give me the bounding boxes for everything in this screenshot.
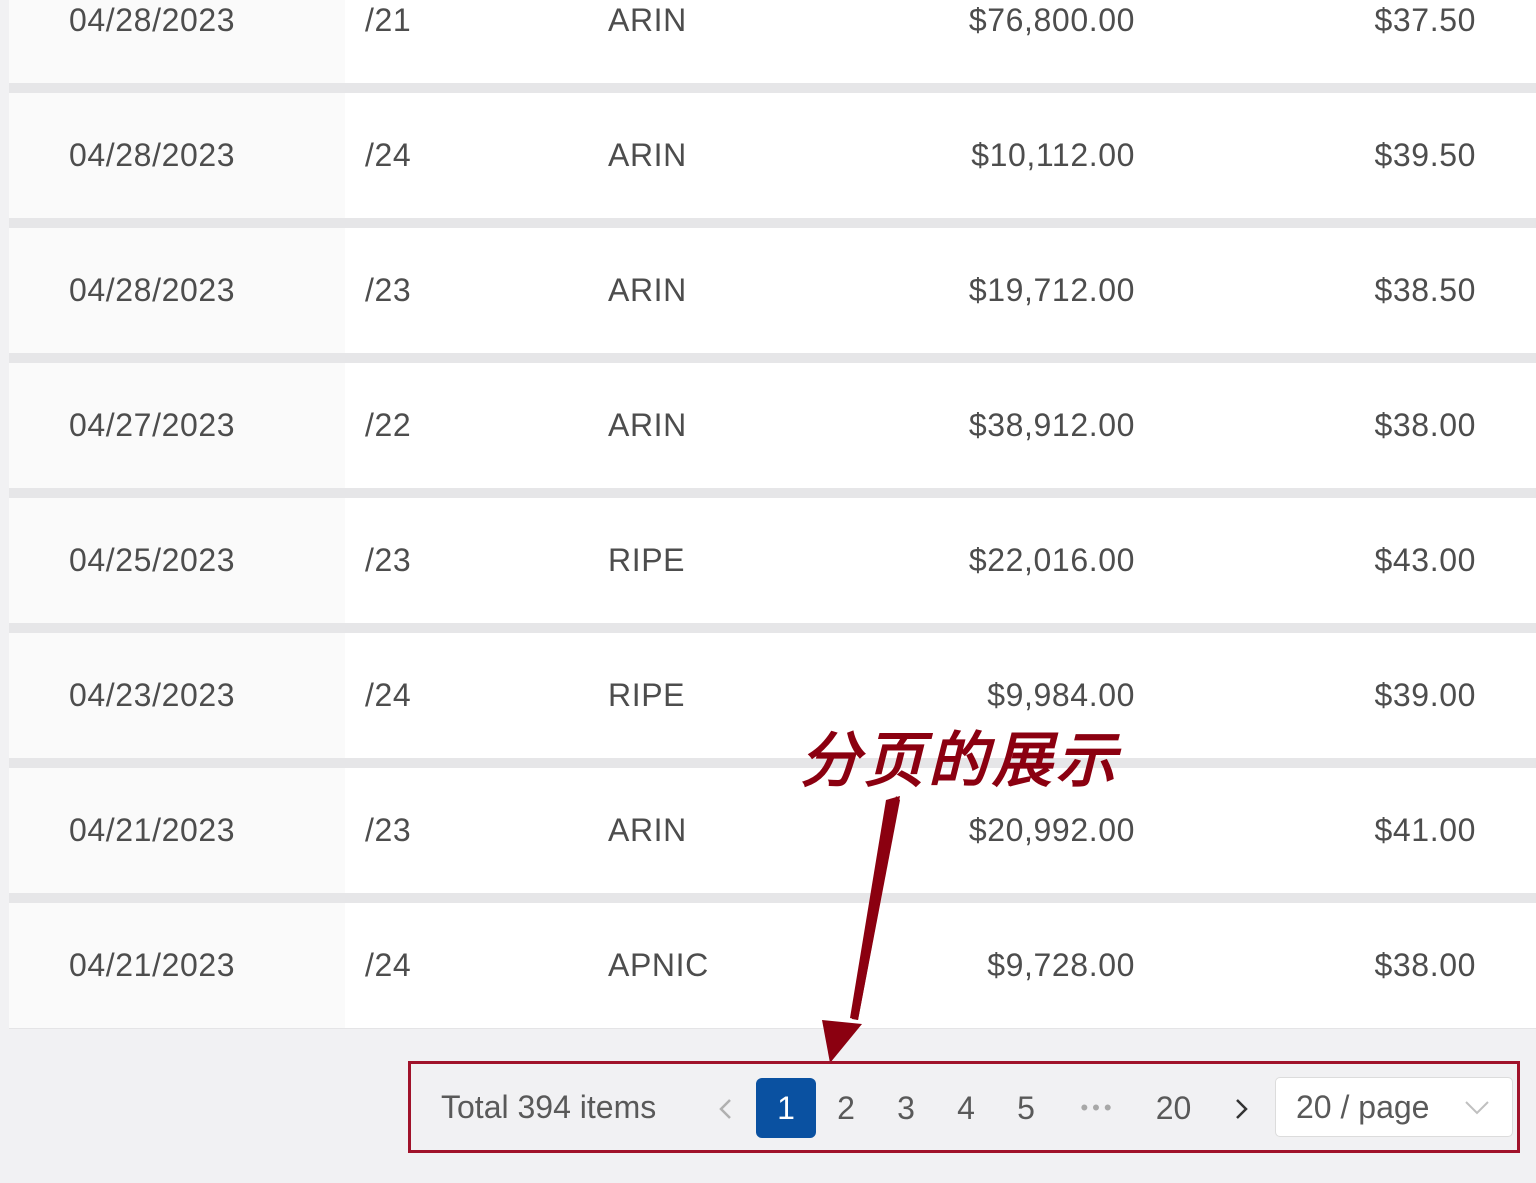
table-row: 04/28/2023/21 ARIN $76,800.00 $37.50 — [9, 0, 1536, 83]
cell-rir: RIPE — [608, 542, 686, 578]
prev-page-button[interactable] — [711, 1091, 741, 1127]
cell-prefix: /21 — [365, 2, 412, 38]
cell-date: 04/21/2023 — [69, 812, 236, 848]
cell-prefix: /23 — [365, 272, 412, 308]
cell-unit-price: $39.00 — [1374, 677, 1476, 713]
cell-date: 04/28/2023 — [69, 137, 236, 173]
cell-prefix: /23 — [365, 812, 412, 848]
pagination: Total 394 items 1 2 3 4 5 ••• 20 20 / pa… — [411, 1064, 1517, 1150]
page-button-5[interactable]: 5 — [1006, 1078, 1046, 1138]
chevron-right-icon — [1236, 1099, 1248, 1119]
page-button-3[interactable]: 3 — [886, 1078, 926, 1138]
cell-date: 04/21/2023 — [69, 947, 236, 983]
cell-unit-price: $38.50 — [1374, 272, 1476, 308]
table-row: 04/21/2023/23 ARIN $20,992.00 $41.00 — [9, 768, 1536, 893]
table-row: 04/27/2023/22 ARIN $38,912.00 $38.00 — [9, 363, 1536, 488]
page-button-last[interactable]: 20 — [1146, 1078, 1201, 1138]
cell-prefix: /22 — [365, 407, 412, 443]
cell-price: $9,728.00 — [987, 947, 1135, 983]
cell-prefix: /24 — [365, 137, 412, 173]
chevron-left-icon — [719, 1099, 731, 1119]
annotation-label: 分页的展示 — [800, 726, 1120, 796]
cell-unit-price: $38.00 — [1374, 947, 1476, 983]
page-button-4[interactable]: 4 — [946, 1078, 986, 1138]
cell-rir: ARIN — [608, 2, 687, 38]
table-row: 04/21/2023/24 APNIC $9,728.00 $38.00 — [9, 903, 1536, 1028]
cell-rir: ARIN — [608, 137, 687, 173]
cell-date: 04/28/2023 — [69, 272, 236, 308]
cell-price: $22,016.00 — [968, 542, 1135, 578]
page-size-select[interactable]: 20 / page — [1275, 1077, 1513, 1137]
cell-price: $10,112.00 — [971, 137, 1135, 173]
page-button-1[interactable]: 1 — [756, 1078, 816, 1138]
cell-price: $38,912.00 — [968, 407, 1135, 443]
cell-prefix: /23 — [365, 542, 412, 578]
cell-rir: ARIN — [608, 407, 687, 443]
cell-date: 04/28/2023 — [69, 2, 236, 38]
cell-rir: APNIC — [608, 947, 709, 983]
row-separator — [9, 218, 1536, 228]
cell-prefix: /24 — [365, 947, 412, 983]
row-separator — [9, 488, 1536, 498]
page-button-2[interactable]: 2 — [826, 1078, 866, 1138]
cell-date: 04/25/2023 — [69, 542, 236, 578]
pagination-total: Total 394 items — [441, 1089, 657, 1125]
row-separator — [9, 83, 1536, 93]
cell-unit-price: $41.00 — [1374, 812, 1476, 848]
cell-prefix: /24 — [365, 677, 412, 713]
cell-unit-price: $43.00 — [1374, 542, 1476, 578]
cell-rir: RIPE — [608, 677, 686, 713]
cell-rir: ARIN — [608, 272, 687, 308]
next-page-button[interactable] — [1226, 1091, 1256, 1127]
cell-price: $76,800.00 — [968, 2, 1135, 38]
table-row: 04/23/2023/24 RIPE $9,984.00 $39.00 — [9, 633, 1536, 758]
cell-unit-price: $39.50 — [1374, 137, 1476, 173]
row-separator — [9, 893, 1536, 903]
table-row: 04/28/2023/24 ARIN $10,112.00 $39.50 — [9, 93, 1536, 218]
cell-price: $19,712.00 — [968, 272, 1135, 308]
cell-date: 04/23/2023 — [69, 677, 236, 713]
cell-rir: ARIN — [608, 812, 687, 848]
row-separator — [9, 758, 1536, 768]
cell-unit-price: $38.00 — [1374, 407, 1476, 443]
row-separator — [9, 353, 1536, 363]
table-row: 04/25/2023/23 RIPE $22,016.00 $43.00 — [9, 498, 1536, 623]
table-row: 04/28/2023/23 ARIN $19,712.00 $38.50 — [9, 228, 1536, 353]
cell-unit-price: $37.50 — [1374, 2, 1476, 38]
cell-date: 04/27/2023 — [69, 407, 236, 443]
pagination-ellipsis[interactable]: ••• — [1068, 1078, 1128, 1138]
row-separator — [9, 623, 1536, 633]
page-size-label: 20 / page — [1296, 1089, 1430, 1125]
chevron-down-icon — [1465, 1101, 1489, 1115]
